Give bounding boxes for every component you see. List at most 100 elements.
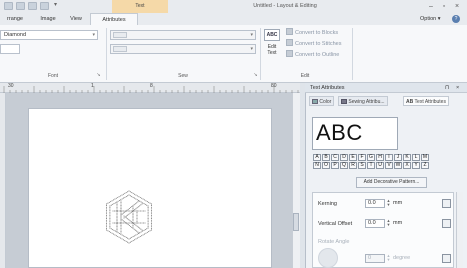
rotate-angle-input[interactable]: 0 (365, 254, 385, 263)
alphabet-key[interactable]: O (322, 162, 330, 169)
tab-attributes[interactable]: Attributes (90, 13, 138, 25)
panel-vertical-scrollbar[interactable] (456, 192, 463, 268)
stitch-dot (127, 191, 129, 193)
undo-icon[interactable] (28, 2, 37, 10)
design-page[interactable] (28, 108, 272, 268)
stitch-dot (117, 235, 119, 238)
stitch-dot (123, 222, 125, 224)
save-icon[interactable] (16, 2, 25, 10)
alphabet-key[interactable]: E (349, 154, 357, 161)
kerning-spinner[interactable]: ▲ ▼ (386, 199, 391, 208)
alphabet-key[interactable]: L (412, 154, 420, 161)
stitch-dot (116, 217, 118, 219)
convert-to-blocks-button[interactable]: Convert to Blocks (286, 28, 338, 38)
stitch-dot (149, 202, 151, 204)
tab-arrange[interactable]: rrange (0, 13, 30, 25)
alphabet-key[interactable]: U (376, 162, 384, 169)
convert-to-outline-button[interactable]: Convert to Outline (286, 50, 339, 60)
convert-to-stitches-button[interactable]: Convert to Stitches (286, 39, 341, 49)
stitch-dot (109, 213, 111, 215)
stitch-dot (109, 207, 111, 209)
stitch-dot (109, 216, 111, 218)
alphabet-key[interactable]: J (394, 154, 402, 161)
alphabet-key[interactable]: R (349, 162, 357, 169)
redo-icon[interactable] (40, 2, 49, 10)
stitch-dot (124, 216, 126, 218)
abc-icon[interactable]: ABC (264, 29, 280, 41)
sew-dialog-launcher-icon[interactable]: ↘ (252, 72, 259, 79)
stitch-dot (133, 228, 135, 230)
stitch-dot (132, 220, 134, 222)
alphabet-key[interactable]: Z (421, 162, 429, 169)
stitch-dot (124, 221, 126, 223)
stitch-dot (107, 202, 109, 204)
alphabet-key[interactable]: X (403, 162, 411, 169)
alphabet-key[interactable]: C (331, 154, 339, 161)
panel-close-icon[interactable]: × (456, 83, 459, 93)
stitch-dot (121, 222, 123, 224)
convert-to-blocks-label: Convert to Blocks (295, 30, 339, 36)
stitch-dot (118, 236, 120, 238)
stitch-dot (135, 210, 137, 212)
add-decorative-pattern-button[interactable]: Add Decorative Pattern... (356, 177, 427, 188)
alphabet-key[interactable]: D (340, 154, 348, 161)
vertical-offset-input[interactable]: 0.0 (365, 219, 385, 228)
alphabet-key[interactable]: T (367, 162, 375, 169)
alphabet-key[interactable]: K (403, 154, 411, 161)
rotate-angle-dial[interactable] (318, 248, 338, 268)
help-icon[interactable]: ? (452, 15, 460, 23)
stitch-dot (138, 210, 140, 212)
stitch-dot (147, 213, 149, 215)
stitch-dot (105, 208, 108, 210)
alphabet-key[interactable]: S (358, 162, 366, 169)
vertical-offset-lock-icon[interactable] (442, 219, 451, 228)
alphabet-key[interactable]: B (322, 154, 330, 161)
rotate-angle-spinner[interactable]: ▲ ▼ (386, 254, 391, 263)
rotate-angle-lock-icon[interactable] (442, 254, 451, 263)
app-menu-icon[interactable] (4, 2, 13, 10)
font-size-combo[interactable] (0, 44, 20, 54)
stitch-dot (124, 236, 126, 238)
vertical-offset-spinner[interactable]: ▲ ▼ (386, 219, 391, 228)
qat-customize-icon[interactable]: ▾ (54, 1, 57, 8)
sew-pattern-combo[interactable]: ▾ (110, 44, 256, 54)
stitch-dot (147, 216, 149, 218)
stitch-dot (116, 227, 118, 229)
sew-type-combo[interactable]: ▾ (110, 30, 256, 40)
edit-text-button[interactable]: Edit Text (262, 44, 282, 56)
font-dialog-launcher-icon[interactable]: ↘ (95, 72, 102, 79)
canvas-vertical-scrollbar[interactable] (292, 93, 300, 268)
alphabet-key[interactable]: F (358, 154, 366, 161)
pin-icon[interactable]: ⊓ (445, 83, 449, 93)
alphabet-key[interactable]: Y (412, 162, 420, 169)
stitch-dot (108, 201, 110, 203)
panel-tab-sewing-attributes[interactable]: Sewing Attribu... (338, 96, 388, 106)
maximize-button[interactable]: ▫ (438, 1, 450, 12)
alphabet-key[interactable]: A (313, 154, 321, 161)
alphabet-key[interactable]: I (385, 154, 393, 161)
kerning-lock-icon[interactable] (442, 199, 451, 208)
embroidery-monogram[interactable] (29, 109, 273, 268)
panel-tab-color[interactable]: Color (309, 96, 335, 106)
kerning-input[interactable]: 0.0 (365, 199, 385, 208)
alphabet-key[interactable]: Q (340, 162, 348, 169)
alphabet-key[interactable]: P (331, 162, 339, 169)
alphabet-key[interactable]: W (394, 162, 402, 169)
alphabet-key[interactable]: H (376, 154, 384, 161)
alphabet-key[interactable]: G (367, 154, 375, 161)
stitch-dot (105, 213, 108, 215)
stitch-dot (132, 226, 134, 228)
font-name-combo[interactable]: Diamond ▾ (0, 30, 98, 40)
stitch-dot (120, 215, 122, 217)
alphabet-key[interactable]: N (313, 162, 321, 169)
minimize-button[interactable]: – (425, 1, 437, 12)
panel-tab-text-attributes[interactable]: AB Text Attributes (403, 96, 449, 106)
tab-image[interactable]: Image (34, 13, 62, 25)
alphabet-key[interactable]: M (421, 154, 429, 161)
option-menu[interactable]: Option ▾ (420, 13, 441, 25)
alphabet-key[interactable]: V (385, 162, 393, 169)
tab-view[interactable]: View (64, 13, 88, 25)
stitch-dot (150, 216, 153, 218)
canvas-scroll-thumb[interactable] (293, 213, 299, 231)
close-button[interactable]: × (451, 1, 463, 12)
